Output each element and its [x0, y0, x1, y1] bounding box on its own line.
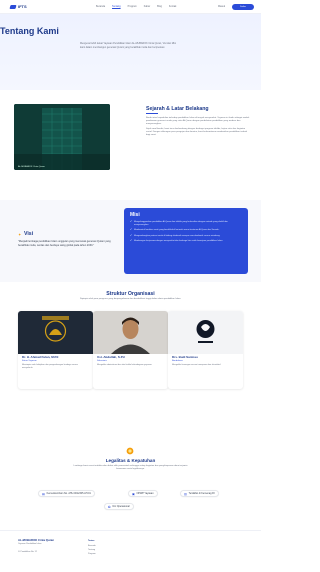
- building-icon: ▥: [184, 491, 187, 496]
- member-role: Ketua Yayasan: [22, 360, 37, 362]
- member-description: Memimpin arah kebijakan dan pengembangan…: [22, 364, 78, 369]
- organization-title: Struktur Organisasi: [106, 291, 155, 297]
- nav-link-beranda[interactable]: Beranda: [96, 5, 105, 8]
- page-title: Tentang Kami: [0, 26, 59, 36]
- avatar: [168, 311, 243, 354]
- nav-link-program[interactable]: Program: [128, 5, 137, 8]
- mission-card: Misi ✔ Menyelenggarakan pendidikan Al-Qu…: [124, 208, 248, 274]
- legal-pill: ▣ NPWP Yayasan: [128, 490, 158, 497]
- nav-link-tentang[interactable]: Tentang: [112, 5, 121, 8]
- avatar: [18, 311, 93, 354]
- footer-link[interactable]: Beranda: [88, 545, 96, 547]
- footer: [0, 530, 261, 572]
- nav-links: Beranda Tentang Program Kabar Blog Konta…: [96, 5, 176, 8]
- member-role: Sekretaris: [97, 360, 107, 362]
- organization-subtitle: Dipimpin oleh para pengurus yang berpeng…: [79, 298, 182, 300]
- footer-link[interactable]: Program: [88, 553, 96, 555]
- member-photo: [18, 311, 93, 354]
- logo-icon: [9, 4, 17, 9]
- vision-text: "Menjadi lembaga pendidikan Islam unggul…: [18, 240, 111, 247]
- register-button[interactable]: Daftar: [232, 3, 254, 10]
- history-text: Berdiri atas kepedulian terhadap pendidi…: [146, 117, 250, 138]
- check-circle-icon: ✔: [130, 238, 133, 242]
- vision-title: Visi: [24, 231, 34, 237]
- hero-subtitle: Mengenal lebih dekat Yayasan Pendidikan …: [80, 42, 176, 49]
- member-card: Drs. Budi Santoso Bendahara Mengelola ke…: [168, 311, 243, 389]
- check-circle-icon: ✔: [130, 233, 133, 237]
- document-icon: ▤: [42, 491, 45, 496]
- nav-link-blog[interactable]: Blog: [157, 5, 162, 8]
- history-paragraph: Sejak awal berdiri, kami terus berkemban…: [146, 128, 248, 137]
- footer-brand: AL-MUBAROK Cinta Quran: [18, 538, 55, 542]
- check-circle-icon: ✔: [130, 220, 133, 223]
- building-photo-illustration: [14, 104, 110, 170]
- footer-address: Jl. Pendidikan No. 12: [18, 551, 37, 553]
- logo-text: IFTS: [18, 4, 27, 9]
- member-name: Dr. H. Ahmad Fulan, M.Pd: [22, 355, 59, 359]
- legal-subtitle: Lembaga kami resmi terdaftar dan diakui …: [73, 465, 188, 471]
- mission-item-text: Membentuk karakter santri yang berakhlak…: [134, 229, 220, 232]
- badge-icon: [126, 447, 134, 455]
- logo[interactable]: IFTS: [9, 4, 27, 9]
- history-paragraph: Berdiri atas kepedulian terhadap pendidi…: [146, 117, 250, 126]
- nav-link-kontak[interactable]: Kontak: [169, 5, 176, 8]
- legal-pill: ▥ Terdaftar di Kemenag RI: [180, 490, 219, 497]
- top-navbar: IFTS Beranda Tentang Program Kabar Blog …: [0, 0, 261, 14]
- legal-pill-label: Terdaftar di Kemenag RI: [188, 492, 215, 495]
- legal-pill-label: Kemenkumham No. AHU-0012345.AH.01: [46, 492, 91, 495]
- footer-link[interactable]: Tentang: [88, 549, 95, 551]
- legal-pill: ▤ Kemenkumham No. AHU-0012345.AH.01: [38, 490, 95, 497]
- id-card-icon: ▣: [132, 491, 135, 496]
- footer-tagline: Yayasan Pendidikan Islam: [18, 543, 42, 545]
- member-name: Drs. Budi Santoso: [172, 355, 199, 359]
- legal-pill-label: NPWP Yayasan: [136, 492, 154, 495]
- certificate-icon: ✪: [108, 504, 111, 509]
- footer-links-title: Tautan: [88, 540, 95, 542]
- mission-title: Misi: [130, 212, 140, 218]
- member-role: Bendahara: [172, 360, 183, 362]
- title-underline: [146, 113, 158, 114]
- member-name: Ust. Abdullah, S.Pd: [97, 355, 125, 359]
- member-description: Mengelola keuangan secara transparan dan…: [172, 364, 221, 366]
- mission-item-text: Mengembangkan potensi santri di bidang a…: [134, 234, 221, 237]
- mission-item: ✔ Membentuk karakter santri yang berakhl…: [130, 228, 242, 232]
- member-photo: [93, 311, 168, 354]
- nav-link-kabar[interactable]: Kabar: [144, 5, 150, 8]
- legal-title: Legalitas & Kepatuhan: [105, 458, 156, 463]
- member-card: Ust. Abdullah, S.Pd Sekretaris Mengelola…: [93, 311, 168, 389]
- member-card: Dr. H. Ahmad Fulan, M.Pd Ketua Yayasan M…: [18, 311, 93, 389]
- mission-item-text: Membangun kerjasama dengan masyarakat da…: [134, 239, 223, 242]
- mission-item: ✔ Membangun kerjasama dengan masyarakat …: [130, 238, 242, 243]
- check-circle-icon: ✔: [130, 228, 133, 232]
- mission-item-text: Menyelenggarakan pendidikan Al-Quran dan…: [134, 221, 228, 226]
- history-title: Sejarah & Latar Belakang: [146, 106, 209, 112]
- login-link[interactable]: Masuk: [218, 5, 225, 8]
- legal-pill: ✪ Izin Operasional: [104, 503, 134, 510]
- history-image-caption: AL-MUBAROK Cinta Quran: [18, 166, 45, 168]
- legal-pill-label: Izin Operasional: [112, 505, 130, 508]
- member-description: Mengelola administrasi dan tata kelola k…: [97, 364, 153, 366]
- avatar: [93, 311, 168, 354]
- lightbulb-icon: ✦: [18, 232, 22, 237]
- mission-item: ✔ Mengembangkan potensi santri di bidang…: [130, 233, 242, 238]
- mission-item: ✔ Menyelenggarakan pendidikan Al-Quran d…: [130, 220, 242, 227]
- member-photo: [168, 311, 243, 354]
- history-image: [14, 104, 110, 170]
